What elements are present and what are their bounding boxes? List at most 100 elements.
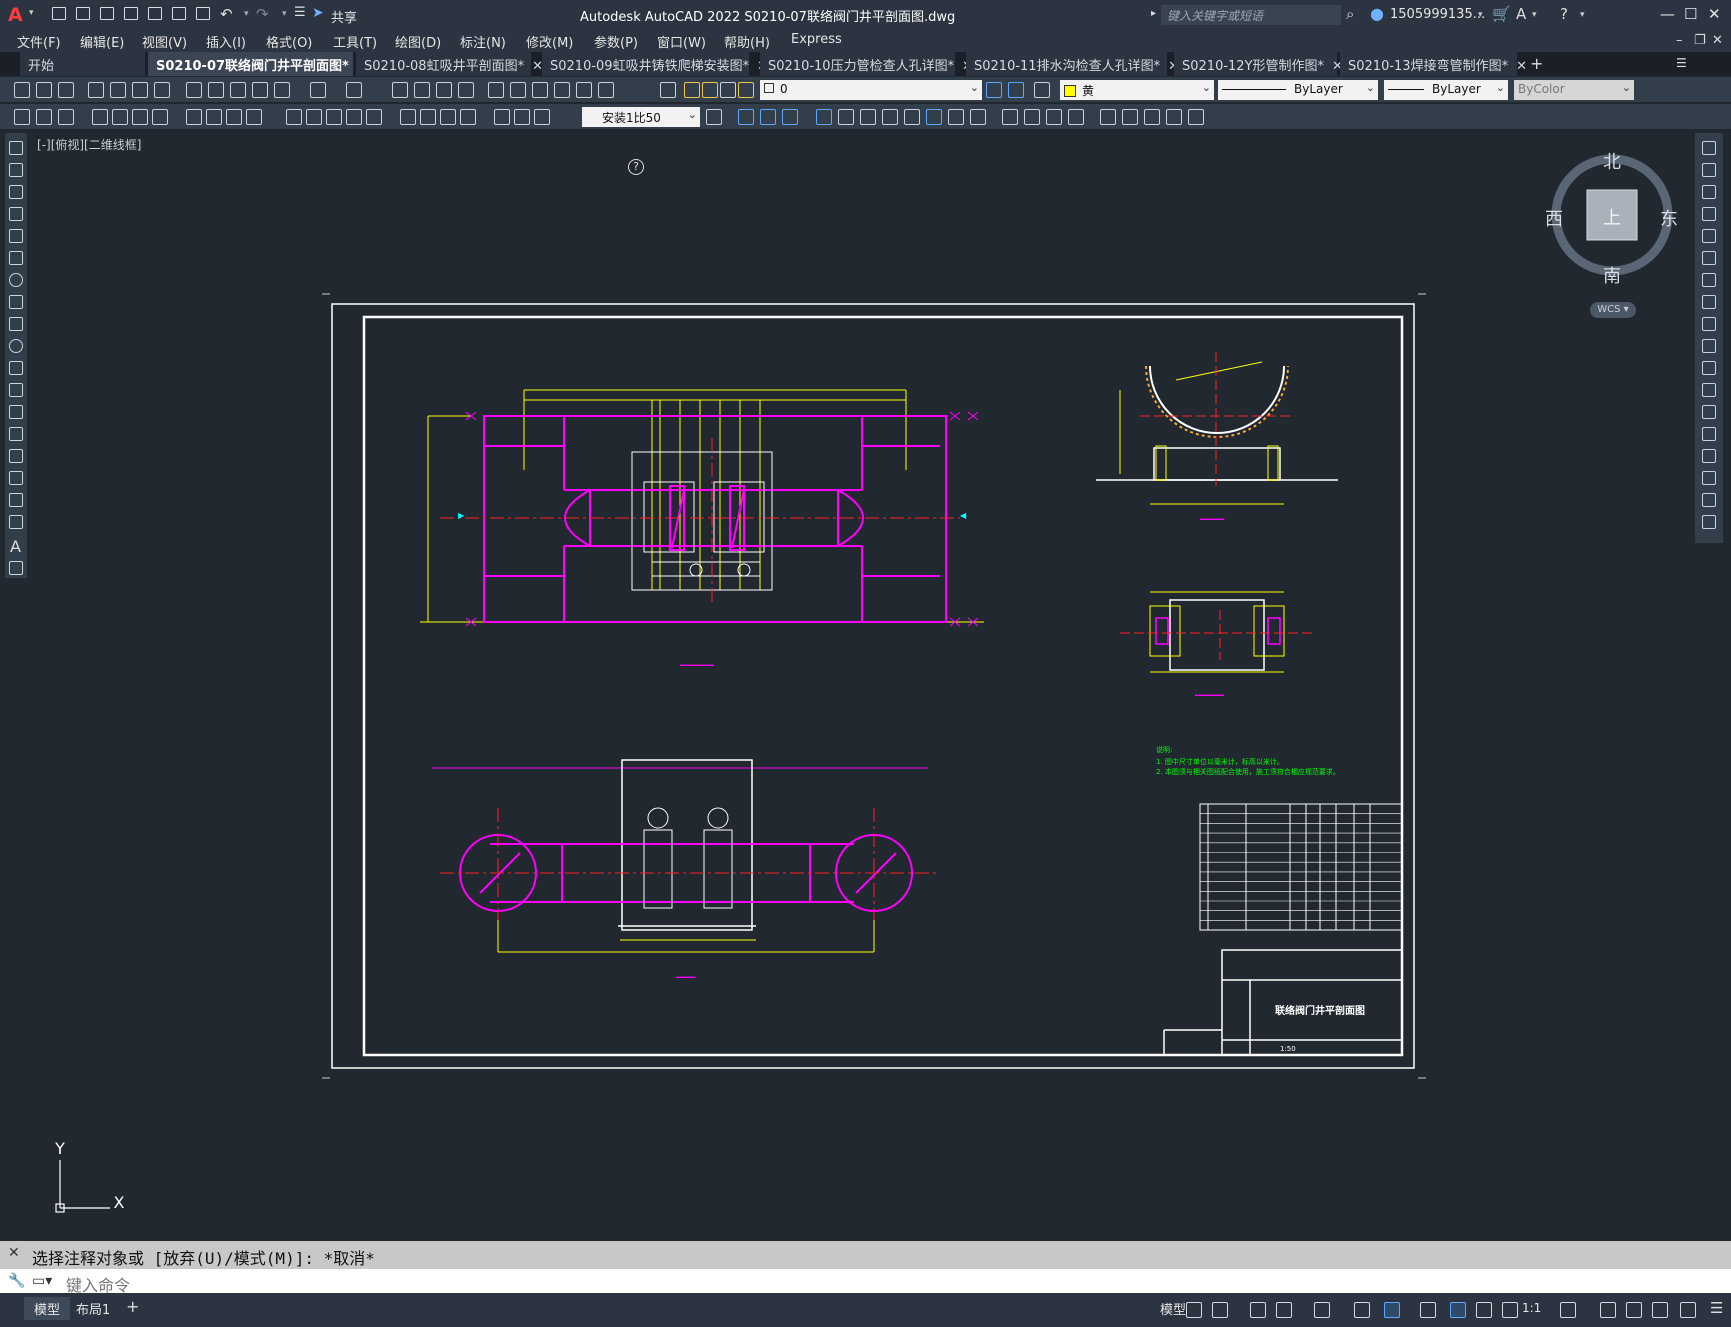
user-icon[interactable]: ●: [1370, 4, 1384, 23]
tab-list-icon[interactable]: ☰: [1676, 56, 1687, 70]
minimize-button[interactable]: —: [1660, 5, 1675, 23]
redo-dropdown-icon[interactable]: ▾: [282, 9, 287, 19]
close-icon[interactable]: ✕: [8, 1245, 20, 1261]
wrench-icon[interactable]: 🔧: [8, 1273, 25, 1289]
layer-state-icon[interactable]: [1034, 82, 1050, 98]
draworder-above-icon[interactable]: [782, 109, 798, 125]
aligned-dim-icon[interactable]: [112, 109, 128, 125]
stretch-icon[interactable]: [1702, 317, 1716, 331]
insert-block-icon[interactable]: [36, 109, 52, 125]
ellipse-icon[interactable]: [9, 339, 23, 353]
paste-icon[interactable]: [230, 82, 246, 98]
autodesk-app-icon[interactable]: A: [1516, 5, 1526, 23]
dim-text-edit-icon[interactable]: [514, 109, 530, 125]
inspect-icon[interactable]: [440, 109, 456, 125]
tab-s0210-11[interactable]: S0210-11排水沟检查人孔详图*✕: [966, 52, 1179, 76]
layer-freeze-icon[interactable]: [702, 82, 718, 98]
modify-tool-4-icon[interactable]: [882, 109, 898, 125]
menu-tools[interactable]: 工具(T): [333, 32, 377, 51]
app-menu-chevron-icon[interactable]: ▾: [29, 8, 34, 18]
new-file-icon[interactable]: [52, 7, 68, 23]
plot-icon[interactable]: [196, 7, 212, 23]
publish-icon[interactable]: [132, 82, 148, 98]
copy-icon[interactable]: [208, 82, 224, 98]
space-dim-icon[interactable]: [346, 109, 362, 125]
auto-scale-icon[interactable]: [1476, 1302, 1492, 1318]
customize-quick-access-icon[interactable]: ☰: [294, 5, 306, 20]
modify-tool-5-icon[interactable]: [904, 109, 920, 125]
wcs-menu[interactable]: WCS ▾: [1590, 302, 1636, 318]
redo-icon[interactable]: ↷: [256, 5, 269, 23]
move-icon[interactable]: [1702, 251, 1716, 265]
save-icon[interactable]: [100, 7, 116, 23]
pan-icon[interactable]: [392, 82, 408, 98]
modify-tool-7-icon[interactable]: [948, 109, 964, 125]
share-icon[interactable]: ➤: [312, 5, 324, 21]
save-icon[interactable]: [58, 82, 74, 98]
add-selected-icon[interactable]: [9, 561, 23, 575]
plot-preview-icon[interactable]: [110, 82, 126, 98]
express-tool-8-icon[interactable]: [1166, 109, 1182, 125]
tab-s0210-09[interactable]: S0210-09虹吸井铸铁爬梯安装图*✕: [542, 52, 768, 76]
quick-dim-icon[interactable]: [286, 109, 302, 125]
offset-icon[interactable]: [1702, 207, 1716, 221]
object-snap-tracking-icon[interactable]: [1354, 1302, 1370, 1318]
layer-lock-icon[interactable]: [738, 82, 754, 98]
user-name[interactable]: 1505999135...: [1390, 7, 1485, 22]
jogged-dim-icon[interactable]: [206, 109, 222, 125]
region-icon[interactable]: [9, 493, 23, 507]
line-icon[interactable]: [9, 141, 23, 155]
plot-icon[interactable]: [88, 82, 104, 98]
construction-line-icon[interactable]: [9, 163, 23, 177]
compass-south[interactable]: 南: [1603, 262, 1621, 288]
extend-icon[interactable]: [1702, 361, 1716, 375]
annotation-scale-icon[interactable]: [1502, 1302, 1518, 1318]
jogged-linear-icon[interactable]: [460, 109, 476, 125]
dim-style-manager-icon[interactable]: [706, 109, 722, 125]
open-icon[interactable]: [36, 82, 52, 98]
diameter-dim-icon[interactable]: [226, 109, 242, 125]
express-tool-4-icon[interactable]: [1068, 109, 1084, 125]
center-mark-icon[interactable]: [420, 109, 436, 125]
copy-object-icon[interactable]: [1702, 163, 1716, 177]
menu-file[interactable]: 文件(F): [17, 32, 61, 51]
menu-express[interactable]: Express: [791, 32, 842, 47]
continue-dim-icon[interactable]: [326, 109, 342, 125]
command-prompt-icon[interactable]: ▭▾: [32, 1273, 52, 1289]
app-logo[interactable]: A: [8, 4, 30, 26]
doc-close-button[interactable]: ✕: [1712, 33, 1723, 48]
share-button[interactable]: 共享: [331, 7, 357, 26]
menu-help[interactable]: 帮助(H): [724, 32, 770, 51]
scale-icon[interactable]: [1702, 295, 1716, 309]
add-icon[interactable]: [1600, 1302, 1616, 1318]
block-editor-icon[interactable]: [274, 82, 290, 98]
tool-palettes-icon[interactable]: [532, 82, 548, 98]
tolerance-icon[interactable]: [400, 109, 416, 125]
menu-parametric[interactable]: 参数(P): [594, 32, 638, 51]
zoom-window-icon[interactable]: [436, 82, 452, 98]
express-tool-2-icon[interactable]: [1024, 109, 1040, 125]
3d-print-icon[interactable]: [154, 82, 170, 98]
table-icon[interactable]: [9, 515, 23, 529]
tab-model[interactable]: 模型: [24, 1297, 71, 1320]
layer-dropdown[interactable]: 0 ⌄: [760, 80, 982, 100]
polyline-icon[interactable]: [9, 185, 23, 199]
design-center-icon[interactable]: [510, 82, 526, 98]
fillet-icon[interactable]: [1702, 471, 1716, 485]
add-layout-button[interactable]: +: [126, 1297, 139, 1316]
baseline-dim-icon[interactable]: [306, 109, 322, 125]
menu-window[interactable]: 窗口(W): [657, 32, 706, 51]
chamfer-icon[interactable]: [1702, 449, 1716, 463]
menu-modify[interactable]: 修改(M): [526, 32, 573, 51]
doc-minimize-button[interactable]: –: [1676, 33, 1683, 48]
dim-update-icon[interactable]: [534, 109, 550, 125]
break-at-point-icon[interactable]: [1702, 383, 1716, 397]
blend-curves-icon[interactable]: [1702, 493, 1716, 507]
redo-icon[interactable]: [346, 82, 362, 98]
zoom-realtime-icon[interactable]: [414, 82, 430, 98]
snap-icon[interactable]: [1212, 1302, 1228, 1318]
zoom-previous-icon[interactable]: [458, 82, 474, 98]
rotate-icon[interactable]: [1702, 273, 1716, 287]
erase-icon[interactable]: [1702, 141, 1716, 155]
modify-tool-6-icon[interactable]: [926, 109, 942, 125]
